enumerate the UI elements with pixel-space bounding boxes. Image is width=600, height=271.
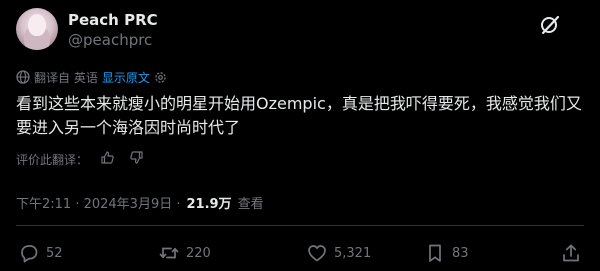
translate-icon (16, 70, 30, 84)
bookmark-count: 83 (452, 245, 469, 261)
translation-settings-gear-icon[interactable] (154, 71, 167, 84)
rate-translation-row: 评价此翻译： (16, 150, 144, 168)
tweet-meta-row: 下午2:11 · 2024年3月9日 · 21.9万 查看 (16, 193, 264, 212)
rate-translation-label: 评价此翻译： (16, 152, 89, 167)
repost-icon (158, 242, 186, 264)
reply-icon (18, 242, 46, 264)
tweet-text: 看到这些本来就瘦小的明星开始用Ozempic，真是把我吓得要死，我感觉我们又要进… (16, 94, 582, 137)
reply-button[interactable]: 52 (18, 240, 63, 266)
bookmark-icon (424, 242, 452, 264)
translation-notice-row: 翻译自 英语 显示原文 (16, 68, 167, 86)
views-label: 查看 (237, 197, 264, 212)
timestamp[interactable]: 下午2:11 · 2024年3月9日 · (16, 193, 180, 212)
repost-button[interactable]: 220 (158, 240, 211, 266)
author-handle[interactable]: @peachprc (68, 31, 152, 49)
avatar[interactable] (16, 8, 58, 50)
repost-count: 220 (186, 245, 211, 261)
share-button[interactable] (560, 240, 588, 266)
translated-from-label: 翻译自 英语 (34, 70, 98, 85)
author-name[interactable]: Peach PRC (68, 11, 158, 29)
heart-icon (306, 242, 334, 264)
like-count: 5,321 (334, 245, 372, 261)
thumbs-down-icon[interactable] (129, 150, 144, 168)
share-icon (560, 242, 588, 264)
reply-count: 52 (46, 245, 63, 261)
show-original-link[interactable]: 显示原文 (102, 69, 150, 86)
action-bar: 52 220 5,321 83 (0, 240, 600, 266)
divider (16, 225, 584, 226)
like-button[interactable]: 5,321 (306, 240, 371, 266)
thumbs-up-icon[interactable] (100, 150, 115, 168)
grok-icon[interactable] (539, 14, 561, 36)
views-count: 21.9万 (186, 197, 232, 212)
bookmark-button[interactable]: 83 (424, 240, 469, 266)
